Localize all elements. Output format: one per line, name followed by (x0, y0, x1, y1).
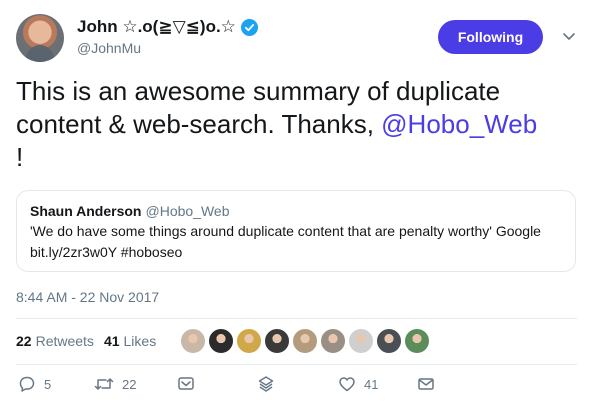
liker-avatar[interactable] (264, 328, 290, 354)
liker-avatar[interactable] (292, 328, 318, 354)
liker-avatar[interactable] (180, 328, 206, 354)
likes-label: Likes (123, 333, 157, 349)
display-name[interactable]: John ☆.o(≧▽≦)o.☆ (77, 17, 236, 37)
verified-badge-icon (240, 18, 258, 36)
quoted-tweet-header: Shaun Anderson @Hobo_Web (30, 203, 562, 219)
quoted-tweet[interactable]: Shaun Anderson @Hobo_Web 'We do have som… (16, 190, 576, 272)
name-row: John ☆.o(≧▽≦)o.☆ (77, 17, 258, 37)
chevron-down-icon[interactable] (561, 28, 577, 44)
retweets-count: 22 (16, 333, 32, 349)
like-count: 41 (364, 376, 379, 392)
tweet-text-end: ! (16, 142, 24, 172)
retweet-button[interactable]: 22 (94, 375, 136, 393)
dm-button[interactable] (177, 375, 195, 393)
mention-link[interactable]: @Hobo_Web (381, 109, 537, 139)
retweet-count: 22 (122, 376, 137, 392)
reply-count: 5 (44, 376, 52, 392)
tweet-timestamp[interactable]: 8:44 AM - 22 Nov 2017 (16, 289, 159, 305)
liker-avatar[interactable] (404, 328, 430, 354)
quoted-tweet-text: 'We do have some things around duplicate… (30, 223, 541, 239)
following-button[interactable]: Following (438, 20, 543, 54)
retweets-stat[interactable]: 22 Retweets (16, 333, 94, 349)
direct-message-icon (177, 375, 195, 393)
tweet-text: This is an awesome summary of duplicate … (16, 75, 581, 174)
action-bar: 5 22 41 (16, 375, 577, 399)
reply-icon (18, 375, 36, 393)
likes-count: 41 (103, 333, 120, 349)
liker-avatar[interactable] (348, 328, 374, 354)
envelope-icon (417, 375, 435, 393)
divider (16, 318, 577, 319)
retweet-icon (94, 375, 114, 393)
share-mail-button[interactable] (417, 375, 435, 393)
likes-stat[interactable]: 41 Likes (104, 333, 156, 349)
quoted-tweet-handle: @Hobo_Web (145, 203, 230, 219)
liker-avatar[interactable] (208, 328, 234, 354)
liker-avatar[interactable] (320, 328, 346, 354)
tweet-stats: 22 Retweets 41 Likes (16, 330, 166, 352)
liker-avatar[interactable] (376, 328, 402, 354)
layers-icon (257, 375, 275, 393)
liker-avatars (180, 328, 430, 354)
heart-icon (338, 375, 356, 393)
share-button[interactable] (257, 375, 275, 393)
retweets-label: Retweets (35, 333, 94, 349)
quoted-tweet-name: Shaun Anderson (30, 203, 142, 219)
divider (16, 364, 577, 365)
user-handle[interactable]: @JohnMu (77, 40, 141, 56)
tweet-header: John ☆.o(≧▽≦)o.☆ @JohnMu Following (16, 14, 577, 62)
like-button[interactable]: 41 (338, 375, 378, 393)
quoted-tweet-link: bit.ly/2zr3w0Y #hoboseo (30, 244, 183, 260)
reply-button[interactable]: 5 (18, 375, 51, 393)
avatar[interactable] (16, 14, 64, 62)
liker-avatar[interactable] (236, 328, 262, 354)
